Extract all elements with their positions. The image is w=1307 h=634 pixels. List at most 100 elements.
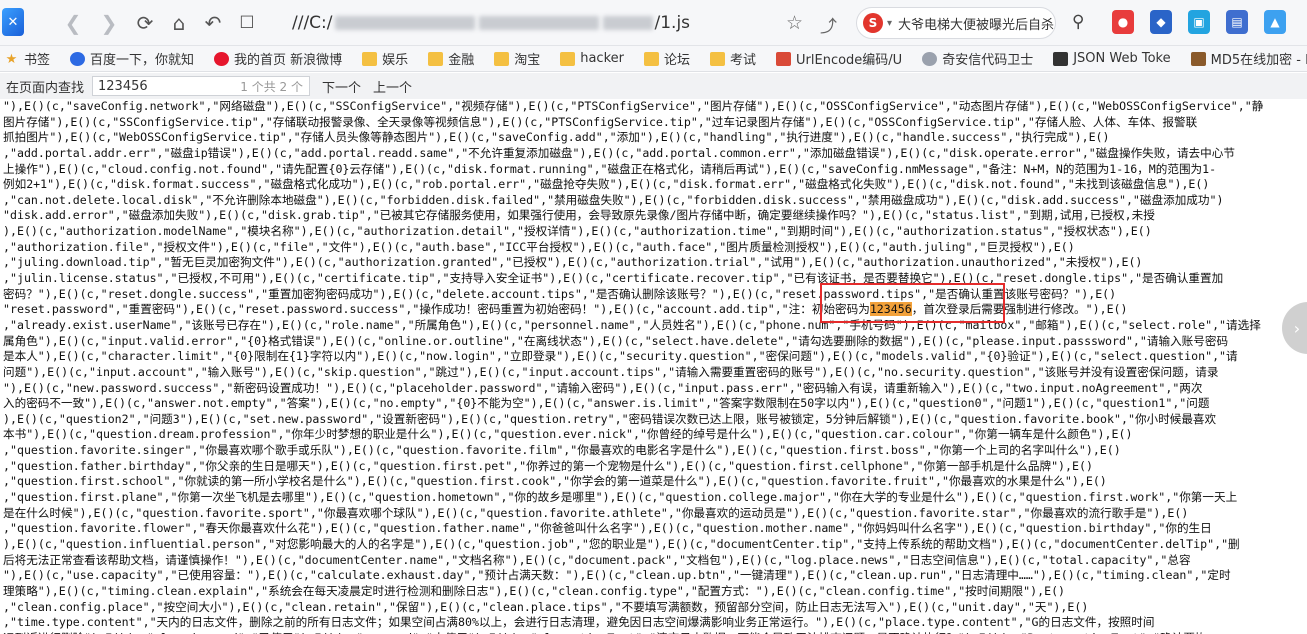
home-icon[interactable]: ⌂ (162, 6, 196, 40)
bookmarks-bar: ★ 书签 百度一下，你就知 我的首页 新浪微博 娱乐 金融 淘宝 hacker … (0, 46, 1307, 72)
share-icon[interactable]: ⤴ (820, 12, 837, 37)
bookmark-folder[interactable]: 考试 (710, 49, 756, 68)
bookmark-label: 奇安信代码卫士 (942, 53, 1034, 68)
extension-icon[interactable]: ◆ (1150, 10, 1172, 34)
bookmark-folder[interactable]: 淘宝 (494, 49, 540, 68)
forward-icon[interactable]: ❯ (92, 6, 126, 40)
url-redacted (602, 16, 653, 30)
folder-icon (362, 51, 378, 66)
extension-icon[interactable]: ▲ (1264, 10, 1286, 34)
bookmark-item[interactable]: 我的首页 新浪微博 (214, 49, 342, 68)
source-line: ),E()(c,"question.influential.person","对… (3, 536, 1240, 551)
extension-icon[interactable]: ● (1112, 10, 1134, 34)
bookmark-label: 我的首页 新浪微博 (234, 53, 343, 68)
back-icon[interactable]: ❮ (56, 6, 90, 40)
source-line: 理策略"),E()(c,"timing.clean.explain","系统会在… (3, 583, 1066, 598)
undo-icon[interactable]: ↶ (196, 6, 230, 40)
source-line: ,"question.first.school","你就读的第一所小学校名是什么… (3, 474, 1107, 489)
bookmark-label: hacker (580, 51, 624, 66)
source-line: 入的密码不一致"),E()(c,"answer.not.empty","答案")… (3, 396, 1210, 411)
bookmark-item[interactable]: 奇安信代码卫士 (922, 49, 1033, 68)
find-label: 在页面内查找 (6, 80, 85, 96)
find-input[interactable]: 123456 1 个共 2 个 (92, 76, 311, 96)
page-icon[interactable]: ☐ (230, 6, 264, 40)
bookmark-item[interactable]: UrlEncode编码/U (776, 49, 902, 68)
bookmark-item[interactable]: JSON Web Toke (1053, 51, 1171, 66)
source-line: ,"clean.config.place","按空间大小"),E()(c,"cl… (3, 599, 1089, 614)
search-engine-logo[interactable]: S (863, 13, 883, 33)
search-match-highlight: 123456 (869, 302, 912, 317)
star-icon: ★ (5, 51, 18, 67)
bookmark-folder[interactable]: 金融 (428, 49, 474, 68)
source-line: 图片存储"),E()(c,"SSConfigService.tip","存储联动… (3, 114, 1198, 129)
source-line: "),E()(c,"new.password.success","新密码设置成功… (3, 380, 1203, 395)
bookmark-label: 书签 (24, 53, 51, 68)
bookmark-label: 考试 (730, 53, 757, 68)
bookmark-folder[interactable]: hacker (560, 51, 624, 66)
bookmark-folder[interactable]: 论坛 (643, 49, 690, 68)
bookmark-star-icon[interactable]: ☆ (786, 12, 803, 34)
baidu-icon (70, 51, 86, 66)
source-line: ,"question.favorite.singer","你最喜欢哪个歌手或乐队… (3, 443, 1121, 458)
search-icon[interactable]: ⚲ (1072, 12, 1084, 32)
page-source-text: "),E()(c,"saveConfig.network","网络磁盘"),E(… (0, 99, 1307, 634)
weibo-icon (214, 51, 230, 66)
folder-icon (494, 51, 510, 66)
bookmark-item[interactable]: ★ 书签 (4, 49, 51, 69)
chevron-down-icon[interactable]: ▾ (887, 18, 892, 29)
source-line: ,"already.exist.userName","该账号已存在"),E()(… (3, 317, 1261, 332)
source-line: "),E()(c,"saveConfig.network","网络磁盘"),E(… (3, 99, 1264, 113)
source-line: ,"can.not.delete.local.disk","不允许删除本地磁盘"… (3, 192, 1224, 207)
source-line: ,"juling.download.tip","暂无巨灵加密狗文件"),E()(… (3, 255, 1143, 270)
source-line: ),E()(c,"question2","问题3"),E()(c,"set.ne… (3, 411, 1217, 426)
find-prev-button[interactable]: 上一个 (373, 77, 412, 96)
bookmark-label: 金融 (448, 53, 475, 68)
folder-icon (643, 51, 659, 66)
bookmark-item[interactable]: MD5在线加密 - Im (1190, 49, 1307, 68)
url-redacted (478, 16, 599, 30)
source-line: ,"authorization.file","授权文件"),E()(c,"fil… (3, 239, 1075, 254)
source-line: "),E()(c,"use.capacity","已使用容量："),E()(c,… (3, 568, 1231, 583)
source-line: 问题"),E()(c,"input.account","输入账号"),E()(c… (3, 364, 1219, 379)
bookmark-label: 娱乐 (382, 53, 409, 68)
source-line: 上操作"),E()(c,"cloud.config.not.found","请先… (3, 161, 1217, 176)
address-bar[interactable]: ///C:/ /1.js (278, 7, 820, 39)
source-line: "disk.add.error","磁盘添加失败"),E()(c,"disk.g… (3, 208, 1155, 223)
folder-icon (710, 51, 725, 66)
bookmark-folder[interactable]: 娱乐 (362, 49, 408, 68)
qianxin-icon (922, 51, 938, 66)
source-line: ,"question.first.plane","你第一次坐飞机是去哪里"),E… (3, 490, 1238, 505)
bookmark-label: JSON Web Toke (1073, 51, 1171, 66)
find-next-button[interactable]: 下一个 (322, 77, 361, 96)
search-suggestion-text: 大爷电梯大便被曝光后自杀 (898, 17, 1055, 33)
folder-icon (428, 51, 444, 66)
bookmark-item[interactable]: 百度一下，你就知 (70, 49, 194, 68)
url-suffix: /1.js (654, 13, 691, 33)
folder-icon (560, 51, 576, 66)
bookmark-label: 淘宝 (514, 53, 541, 68)
source-line: ,"question.favorite.flower","春天你最喜欢什么花")… (3, 521, 1212, 536)
source-line: "reset.password","重置密码"),E()(c,"reset.pa… (3, 302, 1128, 317)
md5-icon (1190, 51, 1206, 66)
source-line: 例如2+1"),E()(c,"disk.format.success","磁盘格… (3, 177, 1210, 192)
bookmark-label: UrlEncode编码/U (796, 53, 903, 68)
source-line: ,"julin.license.status","已授权,不可用"),E()(c… (3, 271, 1224, 286)
find-match-count: 1 个共 2 个 (240, 79, 304, 94)
extension-icon[interactable]: ▣ (1188, 10, 1210, 34)
browser-menu-icon[interactable]: ✕ (2, 8, 24, 36)
source-line: ,"add.portal.addr.err","磁盘ip错误"),E()(c,"… (3, 145, 1235, 160)
source-line: 后将无法正常查看该帮助文档，请谨慎操作！"),E()(c,"documentCe… (3, 552, 1191, 567)
refresh-icon[interactable]: ⟳ (128, 6, 162, 40)
url-text: ///C:/ (292, 13, 333, 33)
find-in-page-bar: 在页面内查找 123456 1 个共 2 个 下一个 上一个 (0, 73, 1307, 99)
source-line: ,"question.father.birthday","你父亲的生日是哪天")… (3, 458, 1093, 473)
extension-icon[interactable]: ▤ (1226, 10, 1248, 34)
source-line: 密码？"),E()(c,"reset.dongle.success","重置加密… (3, 286, 1117, 301)
source-line: ),E()(c,"authorization.modelName","模块名称"… (3, 224, 1152, 239)
source-line: 本书"),E()(c,"question.dream.profession","… (3, 427, 1133, 442)
urlencode-icon (776, 51, 792, 66)
extension-icons: ● ◆ ▣ ▤ ▲ (1112, 10, 1286, 34)
jwt-icon (1053, 51, 1069, 66)
browser-toolbar: ✕ ❮ ❯ ⟳ ⌂ ↶ ☐ ///C:/ /1.js ☆ ⤴ S ▾ 大爷电梯大… (0, 0, 1307, 46)
search-engine-box[interactable]: S ▾ 大爷电梯大便被曝光后自杀 (856, 7, 1056, 39)
